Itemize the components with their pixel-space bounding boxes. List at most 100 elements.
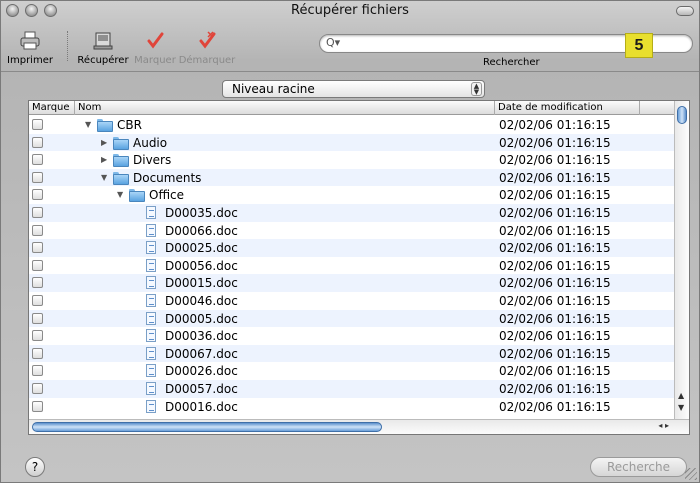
table-row[interactable]: D00026.doc 02/02/06 01:16:15: [29, 362, 674, 380]
disclosure-triangle-down-icon[interactable]: ▼: [117, 190, 123, 199]
vertical-scroll-thumb[interactable]: [677, 106, 687, 124]
checkmark-icon: [144, 31, 166, 54]
table-row[interactable]: D00036.doc 02/02/06 01:16:15: [29, 327, 674, 345]
search-button[interactable]: Recherche: [590, 457, 687, 477]
row-date: 02/02/06 01:16:15: [499, 223, 611, 238]
table-row[interactable]: ▶ Divers 02/02/06 01:16:15: [29, 151, 674, 169]
row-date: 02/02/06 01:16:15: [499, 188, 611, 203]
table-row[interactable]: ▼ Documents 02/02/06 01:16:15: [29, 168, 674, 187]
row-name: D00067.doc: [165, 346, 238, 361]
table-row[interactable]: D00057.doc 02/02/06 01:16:15: [29, 379, 674, 398]
horizontal-scrollbar[interactable]: ◂ ▸: [29, 419, 689, 434]
mark-checkbox[interactable]: [32, 154, 43, 166]
mark-checkbox[interactable]: [32, 206, 43, 218]
recover-files-window: Récupérer fichiers Imprimer Récupérer Ma…: [0, 0, 700, 483]
table-row[interactable]: ▼ Office 02/02/06 01:16:15: [29, 186, 674, 204]
document-icon: [146, 276, 156, 290]
mark-checkbox[interactable]: [32, 400, 43, 412]
disclosure-triangle-right-icon[interactable]: ▶: [101, 138, 107, 147]
row-name: CBR: [117, 118, 142, 132]
unmark-label: Démarquer: [178, 55, 236, 66]
table-row[interactable]: D00015.doc 02/02/06 01:16:15: [29, 274, 674, 292]
table-row[interactable]: D00025.doc 02/02/06 01:16:15: [29, 239, 674, 257]
mark-checkbox[interactable]: [32, 119, 43, 130]
column-header-name[interactable]: Nom: [75, 101, 495, 115]
folder-icon: [113, 154, 129, 168]
table-row[interactable]: D00067.doc 02/02/06 01:16:15: [29, 344, 674, 363]
horizontal-scroll-thumb[interactable]: [32, 422, 382, 432]
toolbar-toggle-button[interactable]: [676, 6, 694, 16]
magnifier-icon: Q▾: [326, 36, 341, 49]
print-label: Imprimer: [7, 55, 53, 66]
disclosure-triangle-right-icon[interactable]: ▶: [101, 155, 107, 164]
toolbar-separator: [67, 31, 68, 61]
mark-checkbox[interactable]: [32, 330, 43, 342]
level-select[interactable]: Niveau racine ▲ ▼: [222, 80, 485, 98]
mark-checkbox[interactable]: [32, 224, 43, 236]
disclosure-triangle-down-icon[interactable]: ▼: [85, 120, 91, 129]
mark-checkbox[interactable]: [32, 136, 43, 148]
row-date: 02/02/06 01:16:15: [499, 293, 611, 308]
mark-checkbox[interactable]: [32, 382, 43, 394]
table-row[interactable]: D00056.doc 02/02/06 01:16:15: [29, 257, 674, 275]
row-name: D00035.doc: [165, 205, 238, 220]
table-row[interactable]: D00066.doc 02/02/06 01:16:15: [29, 222, 674, 240]
help-button[interactable]: ?: [25, 457, 45, 477]
mark-checkbox[interactable]: [32, 171, 43, 183]
document-icon: [146, 399, 156, 413]
table-row[interactable]: D00005.doc 02/02/06 01:16:15: [29, 309, 674, 328]
row-date: 02/02/06 01:16:15: [499, 241, 611, 256]
row-name: D00005.doc: [165, 311, 238, 326]
mark-checkbox[interactable]: [32, 277, 43, 289]
folder-icon: [113, 136, 129, 150]
row-date: 02/02/06 01:16:15: [499, 135, 611, 150]
search-label: Rechercher: [483, 57, 540, 68]
row-date: 02/02/06 01:16:15: [499, 205, 611, 220]
mark-checkbox[interactable]: [32, 312, 43, 324]
title-bar[interactable]: Récupérer fichiers: [1, 1, 699, 21]
resize-grip-icon[interactable]: [685, 468, 697, 480]
row-name: D00036.doc: [165, 329, 238, 344]
row-date: 02/02/06 01:16:15: [499, 170, 611, 185]
table-row[interactable]: ▶ Audio 02/02/06 01:16:15: [29, 133, 674, 152]
document-icon: [146, 329, 156, 343]
recover-label: Récupérer: [77, 55, 129, 66]
document-icon: [146, 381, 156, 395]
toolbar-divider: [1, 71, 699, 72]
mark-checkbox[interactable]: [32, 242, 43, 254]
row-date: 02/02/06 01:16:15: [499, 153, 611, 168]
scroll-up-arrow-icon[interactable]: ▲: [678, 391, 684, 400]
row-name: Audio: [133, 135, 168, 150]
drive-icon: [92, 31, 114, 54]
scroll-down-arrow-icon[interactable]: ▼: [678, 403, 684, 412]
level-select-value: Niveau racine: [232, 82, 315, 96]
column-header-date[interactable]: Date de modification: [495, 101, 640, 115]
table-row[interactable]: D00016.doc 02/02/06 01:16:15: [29, 398, 674, 416]
mark-checkbox[interactable]: [32, 294, 43, 306]
row-name: D00026.doc: [165, 364, 238, 379]
step-badge: 5: [625, 33, 653, 58]
table-row[interactable]: D00035.doc 02/02/06 01:16:15: [29, 203, 674, 222]
document-icon: [146, 311, 156, 325]
row-date: 02/02/06 01:16:15: [499, 276, 611, 291]
scroll-left-right-arrows-icon[interactable]: ◂ ▸: [658, 421, 669, 430]
mark-label: Marquer: [134, 55, 176, 66]
disclosure-triangle-down-icon[interactable]: ▼: [101, 173, 107, 182]
table-row[interactable]: D00046.doc 02/02/06 01:16:15: [29, 292, 674, 310]
row-name: Office: [149, 188, 185, 203]
row-date: 02/02/06 01:16:15: [499, 381, 611, 396]
checkmark-cross-icon: [196, 31, 218, 54]
row-date: 02/02/06 01:16:15: [499, 311, 611, 326]
column-header-mark[interactable]: Marque: [29, 101, 75, 115]
folder-icon: [97, 119, 113, 132]
mark-checkbox[interactable]: [32, 189, 43, 201]
mark-checkbox[interactable]: [32, 365, 43, 377]
mark-checkbox[interactable]: [32, 347, 43, 359]
table-row[interactable]: ▼ CBR 02/02/06 01:16:15: [29, 116, 674, 134]
vertical-scrollbar[interactable]: ▲ ▼: [674, 101, 689, 421]
mark-checkbox[interactable]: [32, 259, 43, 271]
row-name: Divers: [133, 153, 172, 168]
window-title: Récupérer fichiers: [291, 3, 409, 18]
table-header: Marque Nom Date de modification: [29, 101, 689, 115]
document-icon: [146, 364, 156, 378]
